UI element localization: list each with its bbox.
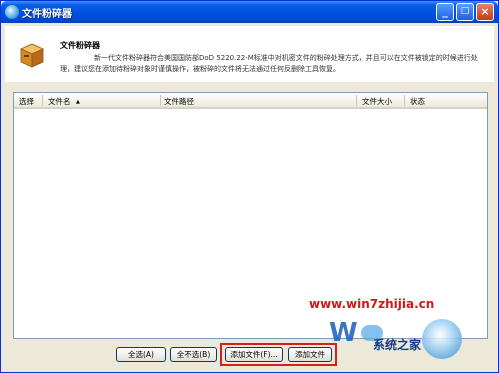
column-divider[interactable] [356, 95, 357, 106]
window-title: 文件粉碎器 [22, 9, 72, 20]
minimize-button[interactable]: _ [436, 3, 454, 21]
select-all-button[interactable]: 全选(A) [116, 347, 166, 362]
header-title: 文件粉碎器 [60, 41, 100, 50]
watermark-url: www.win7zhijia.cn [309, 297, 435, 311]
column-divider[interactable] [42, 95, 43, 106]
close-button[interactable]: × [476, 3, 494, 21]
add-folder-button[interactable]: 添加文件 [288, 347, 332, 362]
table-header: 选择 文件名 ▲ 文件路径 文件大小 状态 [14, 93, 487, 109]
logo-swirl-icon [422, 319, 462, 359]
select-none-button[interactable]: 全不选(B) [170, 347, 217, 362]
title-bar[interactable]: 文件粉碎器 _ □ × [1, 1, 498, 23]
column-size[interactable]: 文件大小 [362, 96, 392, 107]
header-panel: 文件粉碎器 新一代文件粉碎器符合美国国防部DoD 5220.22-M标准中对机密… [5, 26, 494, 82]
column-status[interactable]: 状态 [410, 96, 425, 107]
column-divider[interactable] [404, 95, 405, 106]
maximize-button[interactable]: □ [456, 3, 474, 21]
watermark-brand: 系统之家 [373, 338, 422, 352]
header-description: 新一代文件粉碎器符合美国国防部DoD 5220.22-M标准中对机密文件的粉碎处… [60, 54, 478, 73]
column-path[interactable]: 文件路径 [164, 96, 194, 107]
column-select[interactable]: 选择 [19, 96, 34, 107]
sort-ascending-icon: ▲ [76, 99, 80, 105]
app-icon [5, 5, 19, 19]
add-file-button[interactable]: 添加文件(F)... [225, 347, 283, 362]
column-divider[interactable] [160, 95, 161, 106]
shredder-box-icon [20, 43, 44, 68]
column-filename[interactable]: 文件名 [48, 96, 71, 107]
app-window: 文件粉碎器 _ □ × 文件粉碎器 新一代文件粉碎器符合美国国防部DoD 522… [0, 0, 499, 373]
